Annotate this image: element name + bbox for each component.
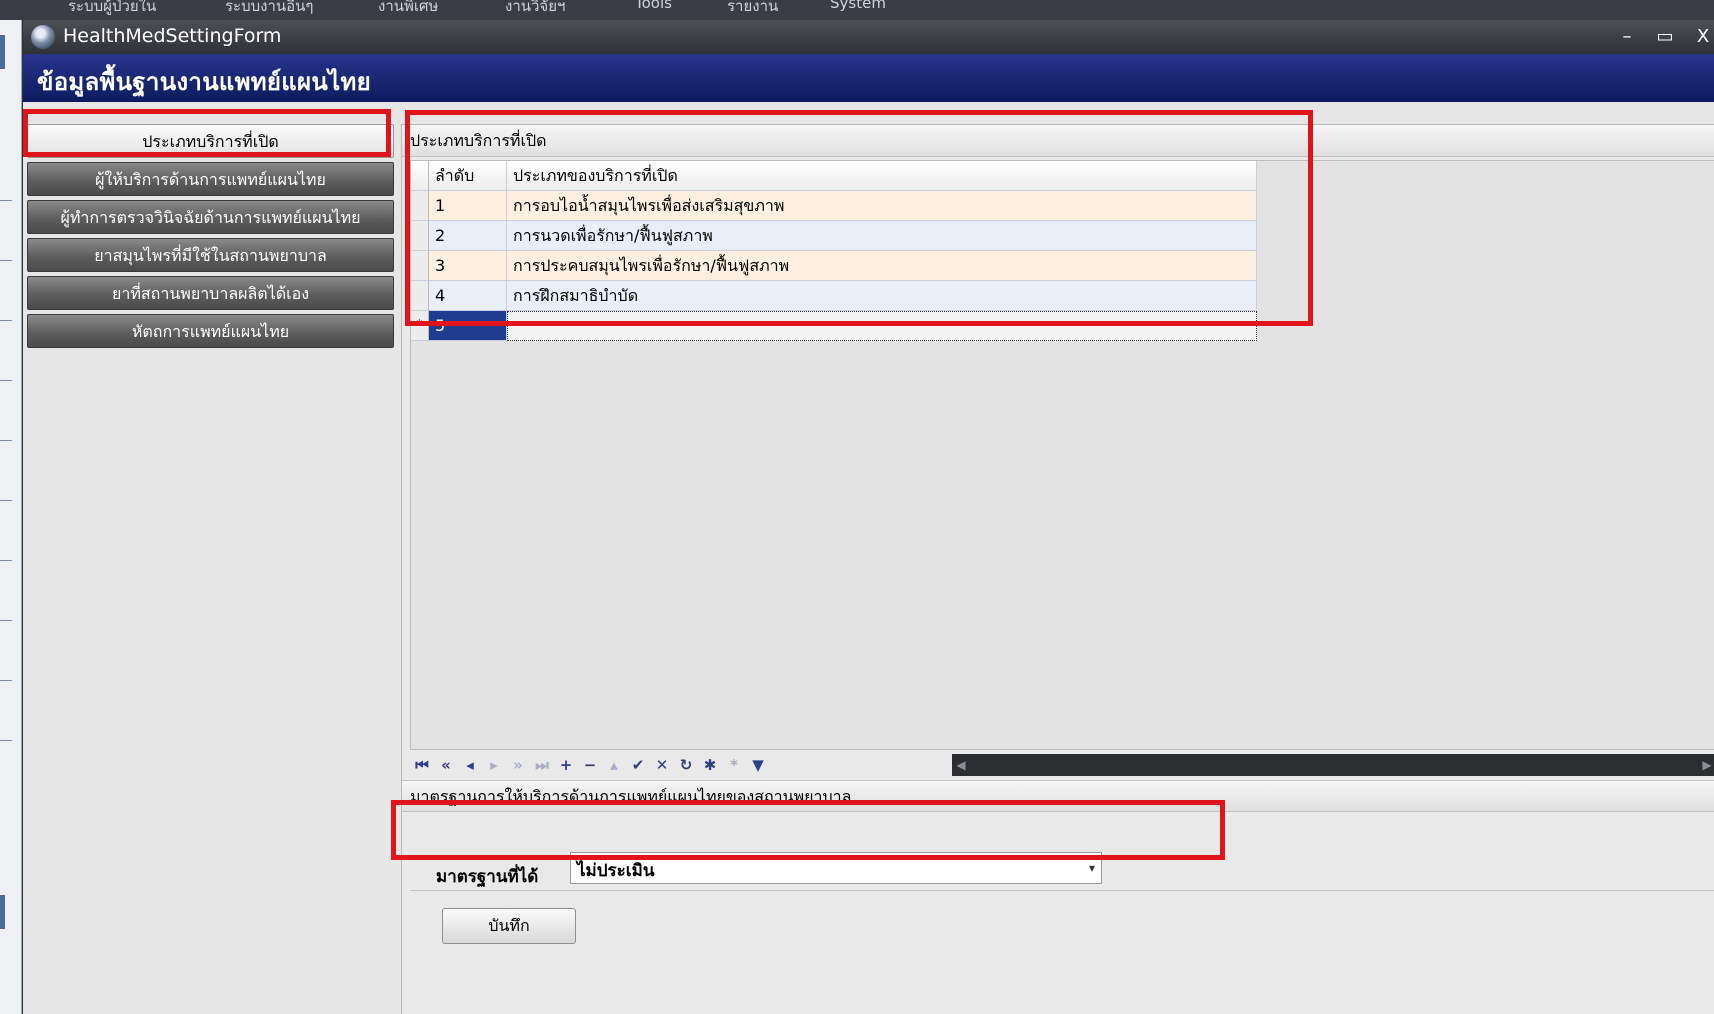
background-strip-tick	[0, 440, 12, 441]
scroll-right-icon[interactable]: ▶	[1698, 754, 1714, 776]
health-med-setting-window: HealthMedSettingForm – ▭ X ข้อมูลพื้นฐาน…	[22, 20, 1714, 1014]
background-menu-item[interactable]: ระบบผู้ป่วยใน	[68, 0, 156, 18]
save-button[interactable]: บันทึก	[442, 908, 576, 944]
form-header: ข้อมูลพื้นฐานงานแพทย์แผนไทย	[23, 54, 1714, 102]
refresh-icon[interactable]: ↻	[674, 753, 698, 777]
scroll-left-icon[interactable]: ◀	[952, 754, 970, 776]
annotation-box-grid	[405, 110, 1313, 326]
append-icon[interactable]: +	[554, 753, 578, 777]
post-icon[interactable]: ✔	[626, 753, 650, 777]
next-page-icon[interactable]: »	[506, 753, 530, 777]
edit-icon[interactable]: ▴	[602, 753, 626, 777]
filter-icon[interactable]: ▼	[746, 753, 770, 777]
annotation-box-sidebar	[23, 109, 391, 157]
sidebar-item-procedures[interactable]: หัตถการแพทย์แผนไทย	[27, 314, 394, 348]
app-icon	[31, 25, 55, 49]
background-strip-tick	[0, 620, 12, 621]
minimize-icon[interactable]: –	[1613, 26, 1641, 48]
background-strip-tick	[0, 380, 12, 381]
sidebar-item-diagnosticians[interactable]: ผู้ทำการตรวจวินิจฉัยด้านการแพทย์แผนไทย	[27, 200, 394, 234]
background-strip-marker	[0, 35, 5, 69]
sidebar-item-practitioners[interactable]: ผู้ให้บริการด้านการแพทย์แผนไทย	[27, 162, 394, 196]
sidebar-item-herbal-medicines[interactable]: ยาสมุนไพรที่มีใช้ในสถานพยาบาล	[27, 238, 394, 272]
background-strip-marker	[0, 895, 5, 929]
standard-label: มาตรฐานที่ได้	[436, 867, 539, 887]
background-menu-item[interactable]: System	[830, 0, 886, 12]
bookmark-icon[interactable]: ✱	[698, 753, 722, 777]
window-title: HealthMedSettingForm	[63, 25, 282, 47]
next-record-icon[interactable]: ▸	[482, 753, 506, 777]
maximize-icon[interactable]: ▭	[1651, 26, 1679, 48]
background-strip-tick	[0, 740, 12, 741]
background-strip-tick	[0, 200, 12, 201]
background-strip-tick	[0, 680, 12, 681]
data-navigator: ⏮ «◂ ▸» ⏭ + − ▴ ✔ ✕ ↻ ✱ * ▼	[410, 753, 870, 777]
standard-selected-value: ไม่ประเมิน	[577, 861, 655, 881]
background-menu-item[interactable]: งานพิเศษ	[378, 0, 438, 18]
background-strip-tick	[0, 320, 12, 321]
sidebar-item-self-produced-medicines[interactable]: ยาที่สถานพยาบาลผลิตได้เอง	[27, 276, 394, 310]
divider	[410, 890, 1714, 891]
close-icon[interactable]: X	[1689, 26, 1714, 48]
goto-bookmark-icon[interactable]: *	[722, 753, 746, 777]
background-strip-tick	[0, 500, 12, 501]
background-menu-item[interactable]: รายงาน	[727, 0, 778, 18]
background-strip-tick	[0, 560, 12, 561]
background-menubar: ระบบผู้ป่วยใน ระบบงานอื่นๆ งานพิเศษ งานว…	[0, 0, 1714, 20]
cancel-icon[interactable]: ✕	[650, 753, 674, 777]
background-menu-item[interactable]: Tools	[635, 0, 672, 12]
page-title: ข้อมูลพื้นฐานงานแพทย์แผนไทย	[37, 68, 371, 96]
background-app-strip	[0, 20, 22, 1014]
prev-record-icon[interactable]: ◂	[458, 753, 482, 777]
title-bar[interactable]: HealthMedSettingForm – ▭ X	[23, 20, 1714, 54]
background-menu-item[interactable]: งานวิจัยฯ	[505, 0, 565, 18]
background-strip-tick	[0, 260, 12, 261]
horizontal-scrollbar[interactable]: ◀ ▶	[952, 754, 1714, 776]
first-record-icon[interactable]: ⏮	[410, 753, 434, 777]
background-menu-item[interactable]: ระบบงานอื่นๆ	[225, 0, 313, 18]
prev-page-icon[interactable]: «	[434, 753, 458, 777]
last-record-icon[interactable]: ⏭	[530, 753, 554, 777]
delete-icon[interactable]: −	[578, 753, 602, 777]
chevron-down-icon[interactable]: ▾	[1089, 861, 1095, 875]
annotation-box-standard	[391, 800, 1225, 860]
